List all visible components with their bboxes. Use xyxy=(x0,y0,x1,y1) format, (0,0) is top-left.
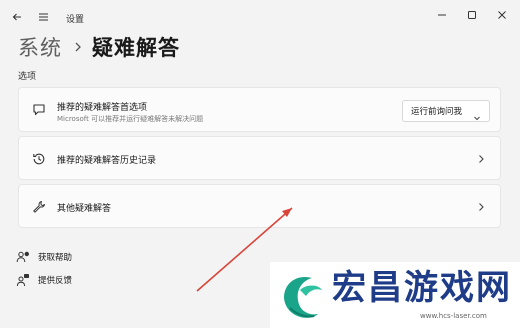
watermark-brand: 宏昌游戏网 xyxy=(332,268,512,308)
chevron-right-icon xyxy=(74,41,82,53)
breadcrumb-parent[interactable]: 系统 xyxy=(18,32,62,62)
give-feedback-link[interactable]: 提供反馈 xyxy=(16,272,72,288)
close-button[interactable] xyxy=(488,4,516,26)
troubleshooter-history-card[interactable]: 推荐的疑难解答历史记录 xyxy=(18,136,501,180)
watermark: 宏昌游戏网 www.hcs-laser.com xyxy=(270,262,520,328)
window-title: 设置 xyxy=(66,15,85,25)
minimize-button[interactable] xyxy=(428,4,456,26)
chevron-right-icon xyxy=(476,202,486,212)
title-bar: 设置 xyxy=(0,0,520,34)
maximize-button[interactable] xyxy=(458,4,486,26)
get-help-label: 获取帮助 xyxy=(38,253,73,263)
recommended-troubleshooter-preferences-card[interactable]: 推荐的疑难解答首选项 Microsoft 可以推荐并运行疑难解答未解决问题 运行… xyxy=(18,87,501,132)
chevron-down-icon xyxy=(473,107,481,126)
get-help-link[interactable]: 获取帮助 xyxy=(16,249,72,265)
watermark-url: www.hcs-laser.com xyxy=(420,312,487,320)
troubleshooter-preference-dropdown[interactable]: 运行前询问我 xyxy=(402,100,490,122)
history-icon xyxy=(31,151,47,167)
menu-icon[interactable] xyxy=(32,6,54,28)
card-title: 其他疑难解答 xyxy=(57,204,112,214)
card-title: 推荐的疑难解答历史记录 xyxy=(57,156,157,166)
card-title: 推荐的疑难解答首选项 xyxy=(57,103,148,113)
other-troubleshooters-card[interactable]: 其他疑难解答 xyxy=(18,184,501,228)
wrench-icon xyxy=(31,199,47,215)
feedback-person-icon xyxy=(16,273,30,287)
give-feedback-label: 提供反馈 xyxy=(38,276,73,286)
watermark-logo-icon xyxy=(284,276,322,318)
help-person-icon xyxy=(16,250,30,264)
breadcrumb: 系统 疑难解答 xyxy=(18,32,180,62)
section-label-options: 选项 xyxy=(18,72,37,82)
chevron-right-icon xyxy=(476,154,486,164)
chat-bubble-icon xyxy=(31,102,47,118)
back-arrow-icon[interactable] xyxy=(6,6,28,28)
card-subtitle: Microsoft 可以推荐并运行疑难解答未解决问题 xyxy=(57,115,204,123)
page-title: 疑难解答 xyxy=(92,36,180,60)
dropdown-value: 运行前询问我 xyxy=(411,107,463,117)
